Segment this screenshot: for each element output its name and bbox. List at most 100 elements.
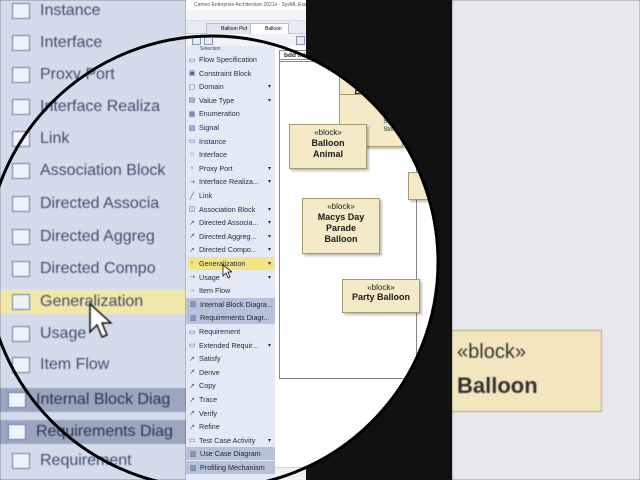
- palette-item-label: Use Case Diagram: [200, 449, 261, 459]
- ibd-icon: ▥: [189, 301, 197, 309]
- bg-block: «block» Balloon: [452, 330, 602, 412]
- palette-item-test-case-activity[interactable]: ▭ Test Case Activity ▾: [188, 434, 274, 447]
- chevron-down-icon[interactable]: ▾: [268, 97, 271, 104]
- block-stereotype: «block»: [327, 202, 355, 211]
- bg-item: Directed Aggreg: [12, 228, 155, 246]
- palette-item-interface[interactable]: ○ Interface: [188, 148, 274, 161]
- palette-item-interface-realiza[interactable]: ⇢ Interface Realiza... ▾: [188, 175, 274, 188]
- close-full-screen-button[interactable]: Close Full Screen: [407, 12, 446, 18]
- zoom-level[interactable]: 156%: [355, 470, 368, 476]
- directed-composition-icon: ↗: [189, 246, 195, 254]
- block-stereotype: «block»: [367, 283, 395, 292]
- tab-balloon[interactable]: Balloon: [250, 23, 289, 34]
- tab-label: Balloon: [265, 26, 282, 32]
- palette-item-value-type[interactable]: ▤ Value Type ▾: [188, 94, 274, 107]
- palette-item-enumeration[interactable]: ▦ Enumeration: [188, 107, 274, 120]
- layout-icon[interactable]: [324, 36, 333, 45]
- chevron-down-icon[interactable]: ▾: [268, 178, 271, 185]
- bg-item: Usage: [12, 325, 86, 343]
- block-party-balloon[interactable]: «block» Party Balloon: [342, 279, 420, 313]
- zoom-in-icon[interactable]: [366, 36, 375, 45]
- grid-icon[interactable]: [352, 36, 361, 45]
- palette-item-derive[interactable]: ↗ Derive: [188, 366, 274, 379]
- link-icon: [12, 131, 30, 147]
- palette-item-item-flow[interactable]: → Item Flow: [188, 284, 274, 297]
- palette-item-internal-block-diagra[interactable]: ▥ Internal Block Diagra...: [186, 297, 278, 311]
- block-macys-day-parade-balloon[interactable]: «block» Macys Day Parade Balloon: [302, 198, 380, 254]
- generalization-icon: ↑: [190, 260, 194, 267]
- bg-label: Association Block: [40, 162, 166, 179]
- zoom-out-icon[interactable]: [380, 36, 389, 45]
- tab-balloon-pict[interactable]: Balloon Pict: [206, 23, 255, 34]
- chevron-down-icon[interactable]: ▾: [268, 233, 271, 240]
- bg-label: Item Flow: [40, 356, 110, 373]
- palette-item-flow-specification[interactable]: ▭ Flow Specification: [188, 53, 274, 66]
- chevron-down-icon[interactable]: ▾: [268, 260, 271, 267]
- chevron-down-icon[interactable]: ▾: [268, 83, 271, 90]
- palette-item-use-case-diagram[interactable]: ▥ Use Case Diagram: [186, 447, 278, 461]
- palette-item-label: Constraint Block: [199, 68, 252, 78]
- palette-item-requirement[interactable]: ▭ Requirement: [188, 325, 274, 338]
- palette-item-association-block[interactable]: ◫ Association Block ▾: [188, 203, 274, 216]
- palette-item-directed-associa[interactable]: ↗ Directed Associa... ▾: [188, 216, 274, 229]
- block-partial[interactable]: [408, 172, 440, 200]
- palette-item-proxy-port[interactable]: ▫ Proxy Port ▾: [188, 162, 274, 175]
- chevron-down-icon[interactable]: ▾: [268, 206, 271, 213]
- bg-block-stereotype: «block»: [457, 341, 526, 363]
- palette-item-label: Requirements Diagr...: [200, 313, 270, 323]
- palette-item-extended-requir[interactable]: ▭ Extended Requir... ▾: [188, 339, 274, 352]
- palette-item-satisfy[interactable]: ↗ Satisfy: [188, 352, 274, 365]
- horizontal-scrollbar[interactable]: 156%: [275, 467, 452, 480]
- domain-icon: ▢: [188, 83, 196, 91]
- palette-item-label: Usage: [199, 272, 220, 282]
- chevron-down-icon[interactable]: ▾: [268, 437, 271, 444]
- align-icon[interactable]: [310, 36, 319, 45]
- palette-item-directed-compo[interactable]: ↗ Directed Compo... ▾: [188, 243, 274, 256]
- chevron-down-icon[interactable]: ▾: [268, 274, 271, 281]
- palette-item-label: Flow Specification: [199, 55, 257, 64]
- palette-item-domain[interactable]: ▢ Domain ▾: [188, 80, 274, 93]
- instance-icon: ▭: [188, 138, 196, 146]
- usage-icon: ⇢: [189, 274, 195, 282]
- palette-item-profiling-mechanism[interactable]: ▥ Profiling Mechanism: [186, 461, 278, 474]
- directed-aggregation-icon: [12, 229, 30, 245]
- chevron-down-icon[interactable]: ▾: [268, 246, 271, 253]
- block-name: Balloon: [354, 86, 388, 96]
- palette-item-label: Domain: [199, 82, 224, 92]
- palette-item-directed-aggreg[interactable]: ↗ Directed Aggreg... ▾: [188, 230, 274, 243]
- block-balloon-animal[interactable]: «block» Balloon Animal: [289, 124, 367, 169]
- chevron-down-icon[interactable]: ▾: [268, 219, 271, 226]
- block-attributes: String String: [383, 119, 399, 133]
- palette-item-label: Verify: [199, 408, 217, 418]
- bg-item: Directed Associa: [12, 195, 159, 213]
- search-icon[interactable]: [424, 36, 433, 45]
- bg-label: Internal Block Diag: [36, 391, 171, 408]
- format-icon[interactable]: [338, 36, 347, 45]
- palette-item-link[interactable]: ╱ Link: [188, 189, 274, 202]
- bg-label: Directed Associa: [40, 195, 160, 212]
- palette-item-constraint-block[interactable]: ▣ Constraint Block: [188, 67, 274, 80]
- palette-item-verify[interactable]: ↗ Verify: [188, 407, 274, 420]
- generalization-icon: [12, 294, 30, 310]
- palette-item-requirements-diagr[interactable]: ▥ Requirements Diagr...: [186, 311, 278, 325]
- scroll-thumb[interactable]: [309, 471, 339, 477]
- bg-label: Directed Aggreg: [40, 228, 155, 245]
- palette-item-copy[interactable]: ↗ Copy: [188, 379, 274, 392]
- palette-item-refine[interactable]: ↗ Refine: [188, 420, 274, 433]
- palette-item-instance[interactable]: ▭ Instance: [188, 135, 274, 148]
- palette-item-label: Extended Requir...: [199, 340, 259, 350]
- back-icon[interactable]: [192, 36, 201, 45]
- forward-icon[interactable]: [204, 36, 213, 45]
- diagram-canvas[interactable]: bdd bdd [Package] Balloons Types [ Ballo…: [275, 46, 452, 480]
- bg-item: Requirement: [12, 452, 132, 470]
- palette-item-signal[interactable]: ▧ Signal: [188, 121, 274, 134]
- chevron-down-icon[interactable]: ▾: [268, 165, 271, 172]
- requirement-icon: [12, 453, 30, 469]
- select-icon[interactable]: [296, 36, 305, 45]
- chevron-down-icon[interactable]: ▾: [268, 342, 271, 349]
- association-block-icon: [12, 163, 30, 179]
- item-flow-icon: →: [188, 287, 196, 295]
- window-controls[interactable]: — □ ✕: [390, 0, 448, 10]
- instance-icon: [12, 3, 30, 19]
- palette-item-trace[interactable]: ↗ Trace: [188, 393, 274, 406]
